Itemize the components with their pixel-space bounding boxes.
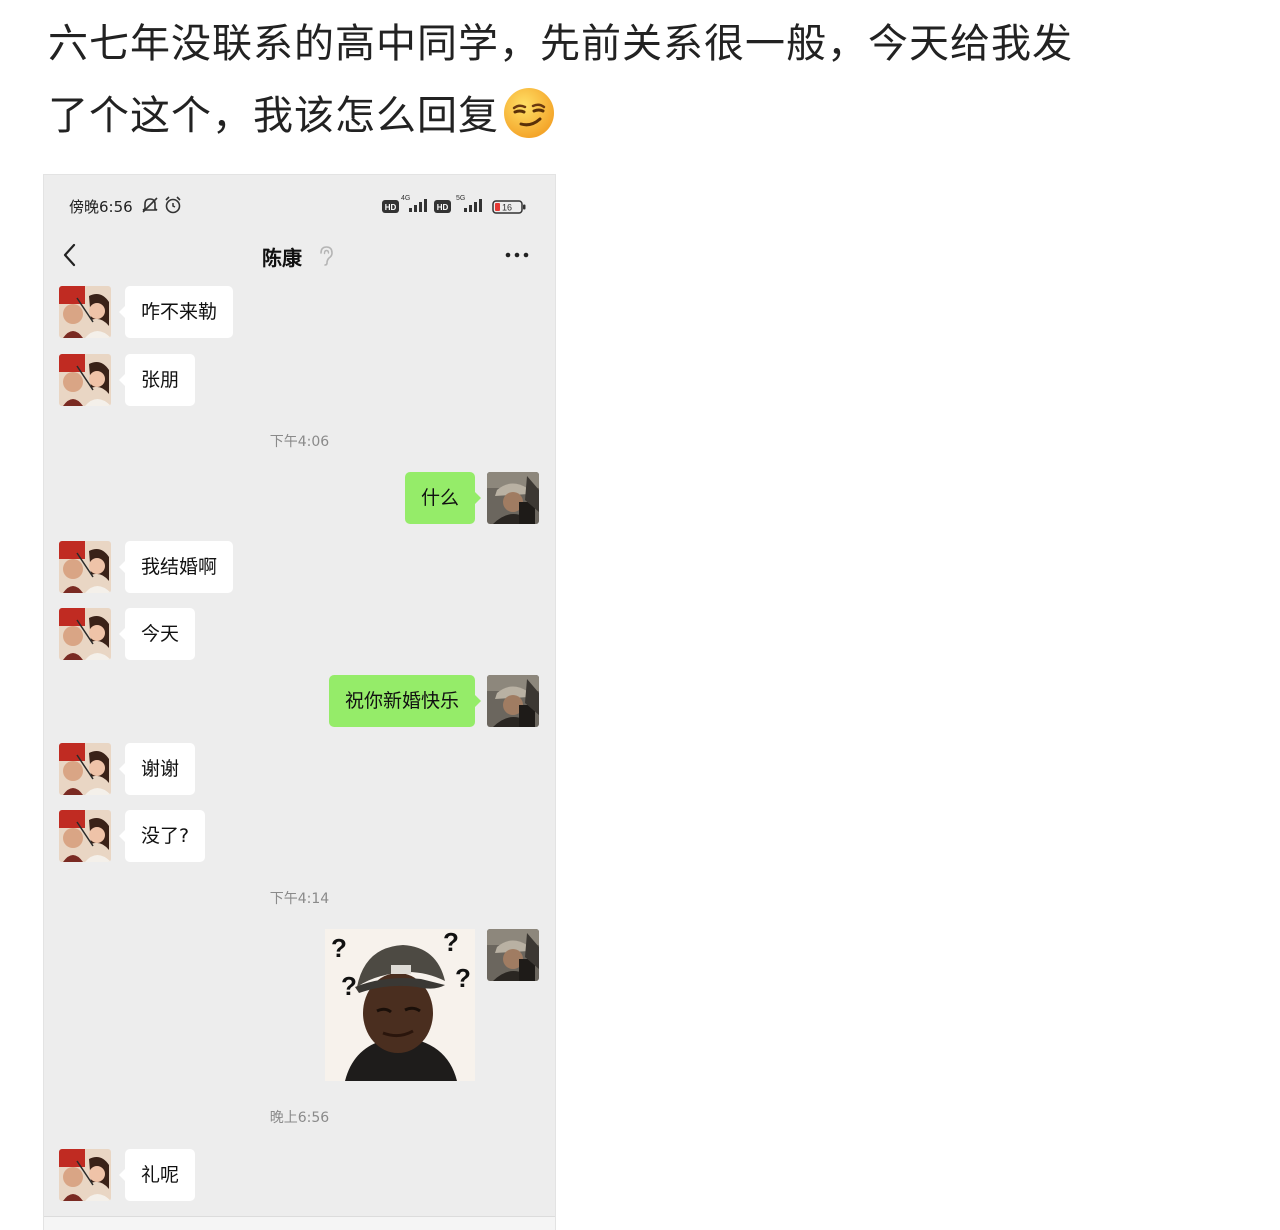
svg-text:?: ? xyxy=(341,971,357,1001)
svg-text:?: ? xyxy=(443,929,459,957)
chat-nav-bar: 陈康 xyxy=(44,237,555,277)
status-time: 傍晚6:56 xyxy=(69,198,133,216)
more-dots-icon xyxy=(505,252,529,258)
status-bar: 傍晚6:56 HD 4G HD 5G 16 xyxy=(44,175,555,237)
incoming-message-bubble[interactable]: 谢谢 xyxy=(118,743,196,795)
post-title-line-2: 了个这个，我该怎么回复 xyxy=(48,80,1248,152)
post-title-line-2-text: 了个这个，我该怎么回复 xyxy=(48,93,499,139)
hd-icon: HD xyxy=(382,198,399,217)
contact-avatar[interactable] xyxy=(59,810,111,862)
incoming-message-bubble[interactable]: 没了? xyxy=(118,810,206,862)
incoming-message-bubble[interactable]: 我结婚啊 xyxy=(118,541,234,593)
outgoing-message-bubble[interactable]: 祝你新婚快乐 xyxy=(328,675,482,727)
more-options-button[interactable] xyxy=(502,243,532,267)
contact-avatar[interactable] xyxy=(59,608,111,660)
message-timestamp: 下午4:14 xyxy=(269,891,330,907)
chat-title: 陈康 xyxy=(262,246,302,270)
hd-icon-2: HD xyxy=(434,198,451,217)
contact-avatar[interactable] xyxy=(59,1149,111,1201)
svg-text:HD: HD xyxy=(385,203,397,212)
contact-avatar[interactable] xyxy=(59,354,111,406)
incoming-message-bubble[interactable]: 今天 xyxy=(118,608,196,660)
chevron-left-icon xyxy=(63,243,76,267)
svg-text:?: ? xyxy=(455,963,471,993)
chat-screenshot: 傍晚6:56 HD 4G HD 5G 16 陈康 咋不来勒 张朋 下午4:06 … xyxy=(43,174,556,1230)
message-timestamp: 晚上6:56 xyxy=(269,1110,330,1126)
contact-avatar[interactable] xyxy=(59,743,111,795)
incoming-message-bubble[interactable]: 咋不来勒 xyxy=(118,286,234,338)
post-title: 六七年没联系的高中同学，先前关系很一般，今天给我发 了个这个，我该怎么回复 xyxy=(48,8,1248,152)
signal-4g-icon: 4G xyxy=(401,192,431,218)
my-avatar[interactable] xyxy=(487,675,539,727)
smirk-emoji-icon xyxy=(503,87,555,139)
svg-text:?: ? xyxy=(331,933,347,963)
alarm-icon xyxy=(163,195,183,219)
post-title-line-1: 六七年没联系的高中同学，先前关系很一般，今天给我发 xyxy=(48,21,1073,67)
incoming-message-bubble[interactable]: 张朋 xyxy=(118,354,196,406)
back-button[interactable] xyxy=(58,241,86,269)
svg-text:4G: 4G xyxy=(401,195,410,202)
battery-icon: 16 xyxy=(492,199,526,218)
message-timestamp: 下午4:06 xyxy=(269,434,330,450)
signal-5g-icon: 5G xyxy=(454,192,486,218)
contact-avatar[interactable] xyxy=(59,286,111,338)
svg-text:HD: HD xyxy=(437,203,449,212)
ear-icon xyxy=(318,245,334,271)
my-avatar[interactable] xyxy=(487,929,539,981)
confused-man-sticker[interactable]: ? ? ? ? xyxy=(325,929,475,1081)
contact-avatar[interactable] xyxy=(59,541,111,593)
input-bar[interactable] xyxy=(44,1216,555,1230)
svg-text:16: 16 xyxy=(502,203,512,213)
outgoing-message-bubble[interactable]: 什么 xyxy=(404,472,482,524)
svg-text:5G: 5G xyxy=(456,195,465,202)
bell-muted-icon xyxy=(140,195,160,219)
my-avatar[interactable] xyxy=(487,472,539,524)
incoming-message-bubble[interactable]: 礼呢 xyxy=(118,1149,196,1201)
